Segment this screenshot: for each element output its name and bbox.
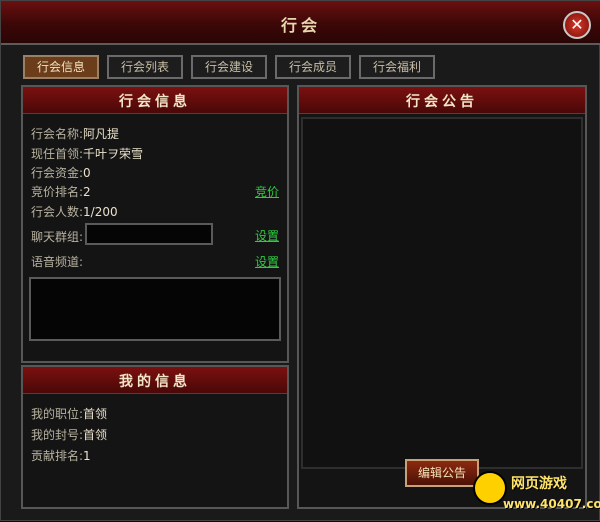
my-title-row: 我的封号:首领 <box>31 426 107 443</box>
my-title-value: 首领 <box>83 428 108 442</box>
bid-link[interactable]: 竞价 <box>255 183 279 200</box>
guild-name-row: 行会名称:阿凡提 <box>31 125 119 142</box>
guild-leader-label: 现任首领: <box>31 147 84 161</box>
contribution-label: 贡献排名: <box>31 449 84 463</box>
guild-info-title: 行会信息 <box>119 94 191 110</box>
guild-leader-row: 现任首领:千叶ヲ荣雪 <box>31 145 143 162</box>
window-title: 行会 <box>280 16 321 35</box>
my-info-title: 我的信息 <box>119 374 191 390</box>
announcement-text[interactable] <box>301 117 583 469</box>
guild-funds-value: 0 <box>83 166 91 180</box>
bid-rank-label: 竞价排名: <box>31 185 84 199</box>
close-icon[interactable]: ✕ <box>563 11 591 39</box>
guild-info-header: 行会信息 <box>23 87 287 114</box>
contribution-value: 1 <box>83 449 91 463</box>
my-info-header: 我的信息 <box>23 367 287 394</box>
announcement-header: 行会公告 <box>299 87 585 114</box>
announcement-panel: 行会公告 <box>297 85 587 509</box>
window-titlebar[interactable]: 行会 ✕ <box>1 1 600 45</box>
watermark-line1: 网页游戏 <box>511 476 567 492</box>
my-info-panel: 我的信息 我的职位:首领 我的封号:首领 贡献排名:1 <box>21 365 289 509</box>
announcement-title: 行会公告 <box>406 94 478 110</box>
bid-rank-row: 竞价排名:2 <box>31 183 91 200</box>
guild-window: 行会 ✕ 行会信息 行会列表 行会建设 行会成员 行会福利 行会信息 行会名称:… <box>0 0 600 521</box>
tab-guild-info[interactable]: 行会信息 <box>23 55 99 79</box>
contribution-row: 贡献排名:1 <box>31 447 91 464</box>
my-title-label: 我的封号: <box>31 428 84 442</box>
tab-guild-build[interactable]: 行会建设 <box>191 55 267 79</box>
tab-guild-welfare[interactable]: 行会福利 <box>359 55 435 79</box>
guild-info-panel: 行会信息 行会名称:阿凡提 现任首领:千叶ヲ荣雪 行会资金:0 竞价排名:2 竞… <box>21 85 289 363</box>
chat-group-label: 聊天群组: <box>31 230 84 244</box>
voice-channel-label: 语音频道: <box>31 255 84 269</box>
edit-announcement-button[interactable]: 编辑公告 <box>405 459 479 487</box>
tab-guild-members[interactable]: 行会成员 <box>275 55 351 79</box>
site-watermark: 网页游戏 www.40407.com <box>471 465 600 522</box>
guild-funds-label: 行会资金: <box>31 166 84 180</box>
guild-name-value: 阿凡提 <box>83 127 120 141</box>
guild-members-label: 行会人数: <box>31 205 84 219</box>
mascot-logo-icon <box>473 471 507 505</box>
guild-leader-value: 千叶ヲ荣雪 <box>83 147 144 161</box>
tab-guild-list[interactable]: 行会列表 <box>107 55 183 79</box>
watermark-line2: www.40407.com <box>503 497 600 511</box>
my-position-row: 我的职位:首领 <box>31 405 107 422</box>
my-position-value: 首领 <box>83 407 108 421</box>
voice-channel-set-link[interactable]: 设置 <box>255 253 279 270</box>
voice-channel-box[interactable] <box>29 277 281 341</box>
chat-group-set-link[interactable]: 设置 <box>255 227 279 244</box>
guild-members-value: 1/200 <box>83 205 118 219</box>
guild-name-label: 行会名称: <box>31 127 84 141</box>
guild-members-row: 行会人数:1/200 <box>31 203 118 220</box>
my-position-label: 我的职位: <box>31 407 84 421</box>
bid-rank-value: 2 <box>83 185 91 199</box>
chat-group-input[interactable] <box>85 223 213 245</box>
guild-funds-row: 行会资金:0 <box>31 164 91 181</box>
